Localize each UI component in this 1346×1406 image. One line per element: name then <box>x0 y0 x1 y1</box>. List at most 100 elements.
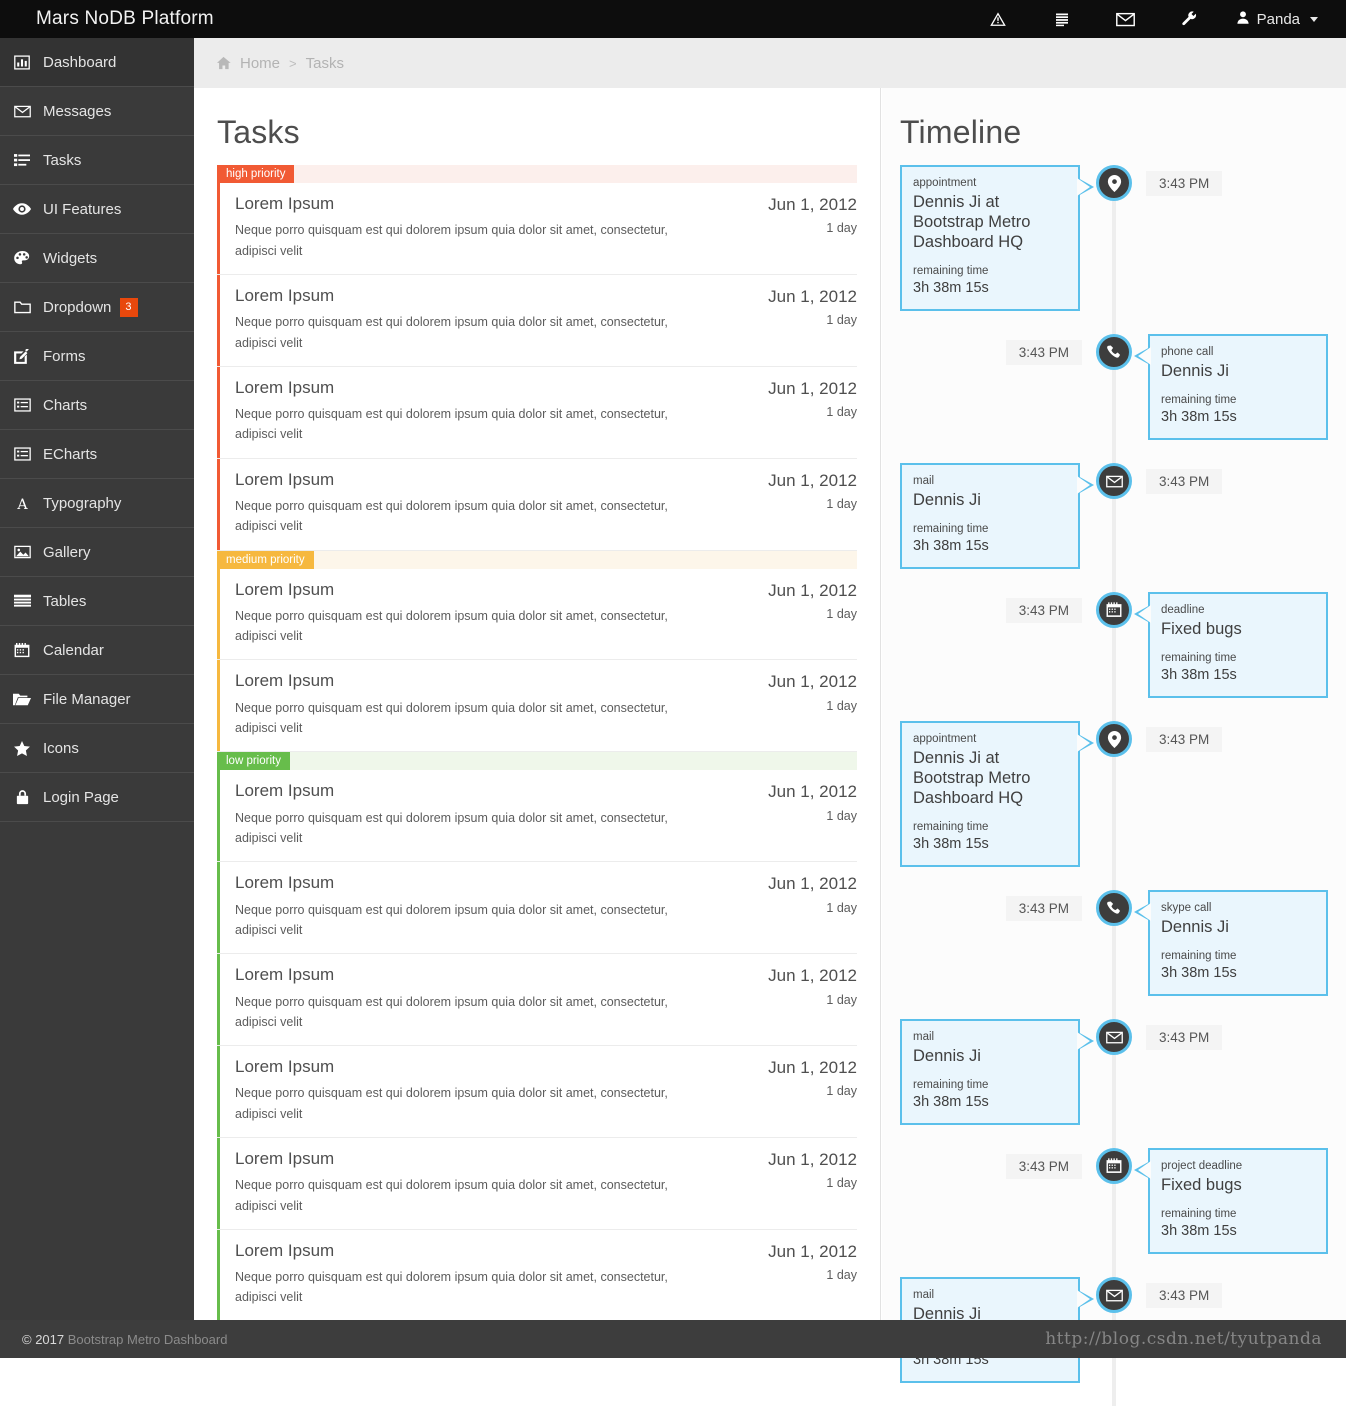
task-meta: Jun 1, 2012 1 day <box>768 873 857 940</box>
sidebar-item-login-page[interactable]: Login Page <box>0 773 194 822</box>
sidebar-item-gallery[interactable]: Gallery <box>0 528 194 577</box>
map-marker-icon[interactable] <box>1096 721 1132 757</box>
sidebar-item-tables[interactable]: Tables <box>0 577 194 626</box>
sidebar-item-file-manager[interactable]: File Manager <box>0 675 194 724</box>
task-date: Jun 1, 2012 <box>768 782 857 802</box>
task-date: Jun 1, 2012 <box>768 672 857 692</box>
task-meta: Jun 1, 2012 1 day <box>768 965 857 1032</box>
priority-header-high: high priority <box>217 165 857 183</box>
envelope-icon[interactable] <box>1094 0 1158 38</box>
timeline-event-time: 3:43 PM <box>1005 598 1082 623</box>
user-avatar-icon <box>1236 10 1250 29</box>
home-icon[interactable] <box>216 56 231 70</box>
task-row[interactable]: Lorem Ipsum Neque porro quisquam est qui … <box>217 458 857 551</box>
user-menu[interactable]: Panda <box>1222 10 1324 29</box>
timeline-event-bubble[interactable]: appointment Dennis Ji at Bootstrap Metro … <box>900 165 1094 312</box>
table-icon <box>12 594 32 608</box>
task-main: Lorem Ipsum Neque porro quisquam est qui … <box>235 781 768 848</box>
sidebar-item-messages[interactable]: Messages <box>0 87 194 136</box>
task-row[interactable]: Lorem Ipsum Neque porro quisquam est qui … <box>217 1046 857 1138</box>
sidebar-item-label: Calendar <box>43 641 104 659</box>
task-main: Lorem Ipsum Neque porro quisquam est qui … <box>235 671 768 738</box>
sidebar-item-dropdown[interactable]: Dropdown 3 <box>0 283 194 332</box>
wrench-icon[interactable] <box>1158 0 1222 38</box>
timeline-remaining-label: remaining time <box>913 1079 989 1092</box>
sidebar-item-ui-features[interactable]: UI Features <box>0 185 194 234</box>
sidebar-item-forms[interactable]: Forms <box>0 332 194 381</box>
task-row[interactable]: Lorem Ipsum Neque porro quisquam est qui … <box>217 660 857 753</box>
task-meta: Jun 1, 2012 1 day <box>768 378 857 445</box>
font-icon: A <box>12 496 32 510</box>
sidebar-item-label: Widgets <box>43 249 98 267</box>
timeline-event-bubble[interactable]: skype call Dennis Ji remaining time 3h 38m … <box>1134 890 1328 996</box>
timeline-title: Timeline <box>900 114 1022 150</box>
timeline-remaining-value: 3h 38m 15s <box>913 538 989 555</box>
task-title: Lorem Ipsum <box>235 285 335 305</box>
sidebar-item-tasks[interactable]: Tasks <box>0 136 194 185</box>
task-row[interactable]: Lorem Ipsum Neque porro quisquam est qui … <box>217 770 857 863</box>
sidebar-item-icons[interactable]: Icons <box>0 724 194 773</box>
task-duration: 1 day <box>826 606 857 621</box>
task-description: Neque porro quisquam est qui dolorem ips… <box>235 499 668 534</box>
breadcrumb-current: Tasks <box>305 54 344 72</box>
map-marker-icon[interactable] <box>1096 165 1132 201</box>
phone-icon[interactable] <box>1096 334 1132 370</box>
priority-header-med: medium priority <box>217 550 857 569</box>
task-row[interactable]: Lorem Ipsum Neque porro quisquam est qui … <box>217 274 857 367</box>
task-row[interactable]: Lorem Ipsum Neque porro quisquam est qui … <box>217 1137 857 1230</box>
sidebar-item-dashboard[interactable]: Dashboard <box>0 38 194 87</box>
timeline-event-bubble[interactable]: phone call Dennis Ji remaining time 3h 38m … <box>1134 334 1328 440</box>
timeline-remaining-value: 3h 38m 15s <box>913 1094 989 1111</box>
task-row[interactable]: Lorem Ipsum Neque porro quisquam est qui … <box>217 568 857 661</box>
envelope-icon[interactable] <box>1096 463 1132 499</box>
task-row[interactable]: Lorem Ipsum Neque porro quisquam est qui … <box>217 366 857 459</box>
calendar-icon[interactable] <box>1096 1148 1132 1184</box>
timeline-remaining-value: 3h 38m 15s <box>913 280 989 297</box>
tasks-list-icon[interactable] <box>1030 0 1094 38</box>
footer-copyright-year: © 2017 <box>22 1331 65 1347</box>
task-description: Neque porro quisquam est qui dolorem ips… <box>235 1086 668 1121</box>
timeline-event-bubble[interactable]: appointment Dennis Ji at Bootstrap Metro … <box>900 721 1094 868</box>
timeline-event-time: 3:43 PM <box>1146 727 1223 752</box>
task-row[interactable]: Lorem Ipsum Neque porro quisquam est qui … <box>217 954 857 1047</box>
timeline-remaining-label: remaining time <box>913 523 989 536</box>
app-brand[interactable]: Mars NoDB Platform <box>0 8 214 30</box>
priority-label: medium priority <box>217 550 314 569</box>
task-date: Jun 1, 2012 <box>768 378 857 398</box>
timeline-row: mail Dennis Ji remaining time 3h 38m 15s 3:4… <box>900 463 1328 592</box>
sidebar-item-typography[interactable]: A Typography <box>0 479 194 528</box>
timeline-remaining-label: remaining time <box>1161 950 1237 963</box>
timeline-remaining-value: 3h 38m 15s <box>1161 409 1237 426</box>
sidebar-item-echarts[interactable]: ECharts <box>0 430 194 479</box>
sidebar-item-label: Tables <box>43 592 87 610</box>
task-row[interactable]: Lorem Ipsum Neque porro quisquam est qui … <box>217 183 857 275</box>
task-title: Lorem Ipsum <box>235 1057 335 1077</box>
calendar-icon[interactable] <box>1096 592 1132 628</box>
timeline-event-bubble[interactable]: project deadline Fixed bugs remaining time… <box>1134 1148 1328 1254</box>
envelope-icon[interactable] <box>1096 1277 1132 1313</box>
timeline-event-bubble[interactable]: mail Dennis Ji remaining time 3h 38m 15s <box>900 463 1094 569</box>
phone-icon[interactable] <box>1096 890 1132 926</box>
timeline-row: appointment Dennis Ji at Bootstrap Metro … <box>900 721 1328 890</box>
sidebar-item-calendar[interactable]: Calendar <box>0 626 194 675</box>
timeline-remaining-label: remaining time <box>1161 652 1237 665</box>
sidebar-item-label: Login Page <box>43 788 119 806</box>
envelope-icon[interactable] <box>1096 1019 1132 1055</box>
task-row[interactable]: Lorem Ipsum Neque porro quisquam est qui … <box>217 1229 857 1322</box>
sidebar-item-charts[interactable]: Charts <box>0 381 194 430</box>
bar-chart-icon <box>12 54 32 70</box>
timeline-event-kind: appointment <box>913 733 977 745</box>
timeline-event-bubble[interactable]: mail Dennis Ji remaining time 3h 38m 15s <box>900 1019 1094 1125</box>
breadcrumb-home[interactable]: Home <box>240 55 280 72</box>
timeline-remaining-label: remaining time <box>913 265 989 278</box>
task-date: Jun 1, 2012 <box>768 1058 857 1078</box>
task-row[interactable]: Lorem Ipsum Neque porro quisquam est qui … <box>217 862 857 955</box>
warning-icon[interactable] <box>966 0 1030 38</box>
timeline-event-headline: Dennis Ji <box>913 1047 981 1066</box>
timeline-event-headline: Dennis Ji at Bootstrap Metro Dashboard H… <box>913 193 1031 252</box>
sidebar-item-widgets[interactable]: Widgets <box>0 234 194 283</box>
sidebar-item-label: Dropdown <box>43 298 112 316</box>
timeline-event-time: 3:43 PM <box>1146 1025 1223 1050</box>
breadcrumb: Home > Tasks <box>194 38 1346 88</box>
timeline-event-bubble[interactable]: deadline Fixed bugs remaining time 3h 38m 1… <box>1134 592 1328 698</box>
